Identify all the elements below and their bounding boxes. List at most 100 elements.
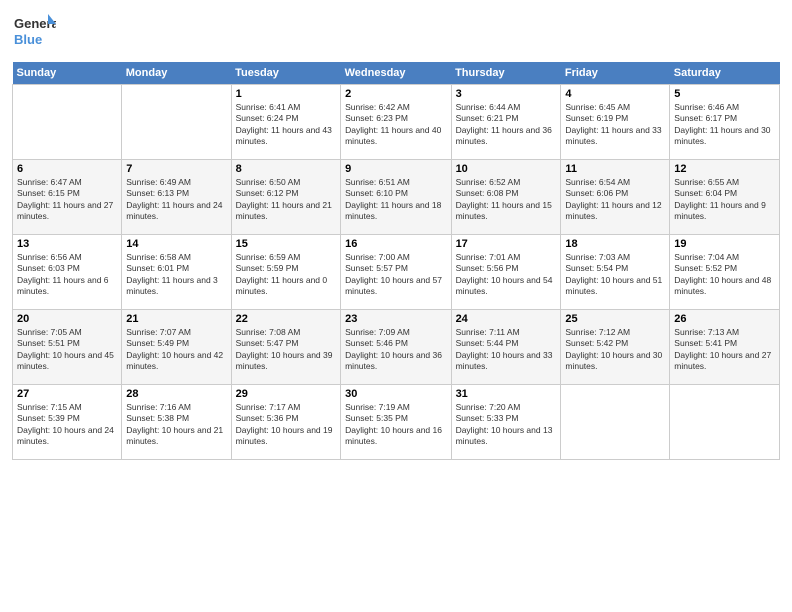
day-cell <box>670 385 780 460</box>
day-info: Sunrise: 7:09 AMSunset: 5:46 PMDaylight:… <box>345 327 446 373</box>
day-cell: 3 Sunrise: 6:44 AMSunset: 6:21 PMDaylight… <box>451 85 561 160</box>
day-number: 18 <box>565 238 665 250</box>
day-info: Sunrise: 7:15 AMSunset: 5:39 PMDaylight:… <box>17 402 117 448</box>
day-info: Sunrise: 7:12 AMSunset: 5:42 PMDaylight:… <box>565 327 665 373</box>
day-cell: 18 Sunrise: 7:03 AMSunset: 5:54 PMDayligh… <box>561 235 670 310</box>
week-row-2: 6Sunrise: 6:47 AMSunset: 6:15 PMDaylight… <box>13 160 780 235</box>
week-row-4: 20Sunrise: 7:05 AMSunset: 5:51 PMDayligh… <box>13 310 780 385</box>
day-cell: 31 Sunrise: 7:20 AMSunset: 5:33 PMDayligh… <box>451 385 561 460</box>
day-cell: 2 Sunrise: 6:42 AMSunset: 6:23 PMDaylight… <box>341 85 451 160</box>
day-cell: 6Sunrise: 6:47 AMSunset: 6:15 PMDaylight… <box>13 160 122 235</box>
day-info: Sunrise: 6:58 AMSunset: 6:01 PMDaylight:… <box>126 252 226 298</box>
day-cell: 21 Sunrise: 7:07 AMSunset: 5:49 PMDayligh… <box>122 310 231 385</box>
day-cell: 23 Sunrise: 7:09 AMSunset: 5:46 PMDayligh… <box>341 310 451 385</box>
day-number: 25 <box>565 313 665 325</box>
day-number: 20 <box>17 313 117 325</box>
day-number: 13 <box>17 238 117 250</box>
day-cell: 8 Sunrise: 6:50 AMSunset: 6:12 PMDaylight… <box>231 160 340 235</box>
day-cell: 5Sunrise: 6:46 AMSunset: 6:17 PMDaylight… <box>670 85 780 160</box>
day-cell: 20Sunrise: 7:05 AMSunset: 5:51 PMDayligh… <box>13 310 122 385</box>
day-info: Sunrise: 7:17 AMSunset: 5:36 PMDaylight:… <box>236 402 336 448</box>
weekday-header-sunday: Sunday <box>13 62 122 85</box>
day-cell: 30Sunrise: 7:19 AMSunset: 5:35 PMDayligh… <box>341 385 451 460</box>
week-row-1: 1 Sunrise: 6:41 AMSunset: 6:24 PMDaylight… <box>13 85 780 160</box>
day-number: 1 <box>236 88 336 100</box>
day-cell: 17 Sunrise: 7:01 AMSunset: 5:56 PMDayligh… <box>451 235 561 310</box>
day-number: 22 <box>236 313 336 325</box>
day-number: 7 <box>126 163 226 175</box>
day-number: 29 <box>236 388 336 400</box>
day-number: 16 <box>345 238 446 250</box>
day-number: 9 <box>345 163 446 175</box>
weekday-header-thursday: Thursday <box>451 62 561 85</box>
day-number: 23 <box>345 313 446 325</box>
day-info: Sunrise: 7:01 AMSunset: 5:56 PMDaylight:… <box>456 252 557 298</box>
week-row-3: 13Sunrise: 6:56 AMSunset: 6:03 PMDayligh… <box>13 235 780 310</box>
day-cell: 14 Sunrise: 6:58 AMSunset: 6:01 PMDayligh… <box>122 235 231 310</box>
weekday-header-saturday: Saturday <box>670 62 780 85</box>
day-number: 14 <box>126 238 226 250</box>
day-number: 4 <box>565 88 665 100</box>
day-cell <box>13 85 122 160</box>
day-cell: 7Sunrise: 6:49 AMSunset: 6:13 PMDaylight… <box>122 160 231 235</box>
header: General Blue <box>12 10 780 54</box>
day-info: Sunrise: 7:19 AMSunset: 5:35 PMDaylight:… <box>345 402 446 448</box>
day-info: Sunrise: 7:11 AMSunset: 5:44 PMDaylight:… <box>456 327 557 373</box>
day-number: 21 <box>126 313 226 325</box>
day-cell: 25 Sunrise: 7:12 AMSunset: 5:42 PMDayligh… <box>561 310 670 385</box>
calendar-table: SundayMondayTuesdayWednesdayThursdayFrid… <box>12 62 780 460</box>
day-info: Sunrise: 6:45 AMSunset: 6:19 PMDaylight:… <box>565 102 665 148</box>
day-number: 24 <box>456 313 557 325</box>
day-info: Sunrise: 6:44 AMSunset: 6:21 PMDaylight:… <box>456 102 557 148</box>
day-cell: 29 Sunrise: 7:17 AMSunset: 5:36 PMDayligh… <box>231 385 340 460</box>
day-info: Sunrise: 7:13 AMSunset: 5:41 PMDaylight:… <box>674 327 775 373</box>
weekday-header-wednesday: Wednesday <box>341 62 451 85</box>
day-number: 8 <box>236 163 336 175</box>
day-number: 28 <box>126 388 226 400</box>
day-info: Sunrise: 7:03 AMSunset: 5:54 PMDaylight:… <box>565 252 665 298</box>
svg-text:Blue: Blue <box>14 32 42 47</box>
day-number: 12 <box>674 163 775 175</box>
day-info: Sunrise: 6:50 AMSunset: 6:12 PMDaylight:… <box>236 177 336 223</box>
day-info: Sunrise: 6:55 AMSunset: 6:04 PMDaylight:… <box>674 177 775 223</box>
day-cell: 10 Sunrise: 6:52 AMSunset: 6:08 PMDayligh… <box>451 160 561 235</box>
calendar-container: General Blue SundayMondayTuesdayWednesda… <box>0 0 792 612</box>
day-cell <box>122 85 231 160</box>
day-cell: 15Sunrise: 6:59 AMSunset: 5:59 PMDayligh… <box>231 235 340 310</box>
day-number: 10 <box>456 163 557 175</box>
day-cell: 13Sunrise: 6:56 AMSunset: 6:03 PMDayligh… <box>13 235 122 310</box>
weekday-header-friday: Friday <box>561 62 670 85</box>
day-info: Sunrise: 7:00 AMSunset: 5:57 PMDaylight:… <box>345 252 446 298</box>
day-info: Sunrise: 7:08 AMSunset: 5:47 PMDaylight:… <box>236 327 336 373</box>
day-number: 2 <box>345 88 446 100</box>
weekday-header-monday: Monday <box>122 62 231 85</box>
day-number: 17 <box>456 238 557 250</box>
day-cell: 11Sunrise: 6:54 AMSunset: 6:06 PMDayligh… <box>561 160 670 235</box>
day-info: Sunrise: 6:42 AMSunset: 6:23 PMDaylight:… <box>345 102 446 148</box>
weekday-header-tuesday: Tuesday <box>231 62 340 85</box>
day-info: Sunrise: 6:51 AMSunset: 6:10 PMDaylight:… <box>345 177 446 223</box>
day-number: 3 <box>456 88 557 100</box>
day-cell: 19Sunrise: 7:04 AMSunset: 5:52 PMDayligh… <box>670 235 780 310</box>
day-info: Sunrise: 7:07 AMSunset: 5:49 PMDaylight:… <box>126 327 226 373</box>
logo-svg: General Blue <box>12 10 56 54</box>
day-cell: 22 Sunrise: 7:08 AMSunset: 5:47 PMDayligh… <box>231 310 340 385</box>
day-number: 31 <box>456 388 557 400</box>
day-cell: 9 Sunrise: 6:51 AMSunset: 6:10 PMDaylight… <box>341 160 451 235</box>
day-info: Sunrise: 6:41 AMSunset: 6:24 PMDaylight:… <box>236 102 336 148</box>
day-info: Sunrise: 7:04 AMSunset: 5:52 PMDaylight:… <box>674 252 775 298</box>
day-cell: 4 Sunrise: 6:45 AMSunset: 6:19 PMDaylight… <box>561 85 670 160</box>
day-cell <box>561 385 670 460</box>
day-number: 11 <box>565 163 665 175</box>
day-info: Sunrise: 6:47 AMSunset: 6:15 PMDaylight:… <box>17 177 117 223</box>
day-info: Sunrise: 6:52 AMSunset: 6:08 PMDaylight:… <box>456 177 557 223</box>
day-number: 5 <box>674 88 775 100</box>
day-number: 15 <box>236 238 336 250</box>
week-row-5: 27Sunrise: 7:15 AMSunset: 5:39 PMDayligh… <box>13 385 780 460</box>
day-info: Sunrise: 7:20 AMSunset: 5:33 PMDaylight:… <box>456 402 557 448</box>
day-number: 26 <box>674 313 775 325</box>
day-cell: 24 Sunrise: 7:11 AMSunset: 5:44 PMDayligh… <box>451 310 561 385</box>
day-cell: 26 Sunrise: 7:13 AMSunset: 5:41 PMDayligh… <box>670 310 780 385</box>
day-info: Sunrise: 7:16 AMSunset: 5:38 PMDaylight:… <box>126 402 226 448</box>
logo: General Blue <box>12 10 56 54</box>
